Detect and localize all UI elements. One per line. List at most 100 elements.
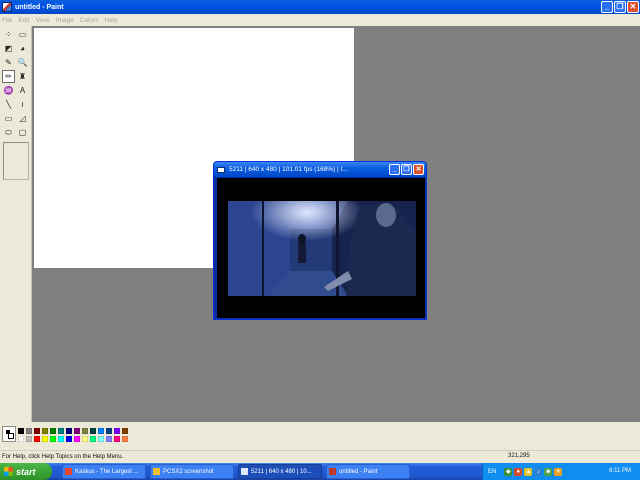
- palette-swatch[interactable]: [33, 427, 41, 435]
- language-indicator[interactable]: EN: [488, 469, 496, 475]
- palette-swatch[interactable]: [89, 435, 97, 443]
- text-icon[interactable]: A: [16, 84, 29, 97]
- palette-swatch[interactable]: [49, 435, 57, 443]
- palette-swatch[interactable]: [81, 427, 89, 435]
- taskbar-button-label: PCSX2 screenshot: [163, 468, 214, 475]
- tray-update-icon[interactable]: ☀: [554, 467, 563, 476]
- polygon-icon[interactable]: ◿: [16, 112, 29, 125]
- windows-logo-icon: [4, 467, 13, 476]
- paint-toolbox: ⁘ ▭ ◩ ◕ ✎ 🔍 ✏ ♜ ♒ A ╲ ≀ ▭ ◿ ⬭ ▢: [0, 26, 32, 422]
- tool-options-box[interactable]: [3, 142, 29, 180]
- paint-app-icon: [2, 2, 12, 12]
- paint-window-controls: _ ❐ ✕: [601, 1, 639, 13]
- ellipse-icon[interactable]: ⬭: [2, 126, 15, 139]
- palette-swatch[interactable]: [89, 427, 97, 435]
- menu-image[interactable]: Image: [56, 17, 74, 24]
- emulator-maximize-button[interactable]: ❐: [401, 164, 412, 175]
- menu-view[interactable]: View: [36, 17, 50, 24]
- tray-shield-icon[interactable]: ◆: [504, 467, 513, 476]
- tray-antivirus-icon[interactable]: ●: [514, 467, 523, 476]
- palette-swatch[interactable]: [25, 435, 33, 443]
- taskbar-button[interactable]: Kaskus - The Largest ...: [62, 464, 146, 479]
- eraser-icon[interactable]: ◩: [2, 42, 15, 55]
- pencil-icon[interactable]: ✏: [2, 70, 15, 83]
- menu-colors[interactable]: Colors: [80, 17, 99, 24]
- game-scene-graphic: [228, 201, 416, 296]
- start-label: start: [16, 466, 36, 477]
- taskbar-button[interactable]: untitled - Paint: [326, 464, 410, 479]
- palette-swatch[interactable]: [105, 435, 113, 443]
- emulator-display[interactable]: [217, 178, 425, 318]
- palette-swatch[interactable]: [97, 427, 105, 435]
- taskbar-button-label: 5211 | 640 x 480 | 10...: [251, 468, 312, 475]
- palette-swatch[interactable]: [81, 435, 89, 443]
- pick-color-icon[interactable]: ✎: [2, 56, 15, 69]
- tray-network-icon[interactable]: ▲: [524, 467, 533, 476]
- taskbar-app-icon: [241, 468, 248, 475]
- close-button[interactable]: ✕: [627, 1, 639, 13]
- line-icon[interactable]: ╲: [2, 98, 15, 111]
- emulator-close-button[interactable]: ✕: [413, 164, 424, 175]
- palette-swatch[interactable]: [65, 435, 73, 443]
- menu-file[interactable]: File: [2, 17, 12, 24]
- menu-help[interactable]: Help: [105, 17, 118, 24]
- taskbar-app-icon: [329, 468, 336, 475]
- palette-swatch[interactable]: [65, 427, 73, 435]
- emulator-window-title: 5211 | 640 x 480 | 101.01 fps (168%) | I…: [229, 166, 348, 173]
- palette-swatch[interactable]: [41, 435, 49, 443]
- free-form-select-icon[interactable]: ⁘: [2, 28, 15, 41]
- palette-swatch[interactable]: [73, 435, 81, 443]
- taskbar-button-label: untitled - Paint: [339, 468, 378, 475]
- maximize-button[interactable]: ❐: [614, 1, 626, 13]
- palette-swatch[interactable]: [41, 427, 49, 435]
- current-colors-box[interactable]: [2, 426, 16, 442]
- paint-status-bar: For Help, click Help Topics on the Help …: [0, 450, 640, 463]
- color-swatches: [17, 427, 129, 443]
- menu-edit[interactable]: Edit: [18, 17, 29, 24]
- palette-swatch[interactable]: [17, 427, 25, 435]
- brush-icon[interactable]: ♜: [16, 70, 29, 83]
- palette-swatch[interactable]: [33, 435, 41, 443]
- select-icon[interactable]: ▭: [16, 28, 29, 41]
- start-button[interactable]: start: [0, 463, 52, 480]
- emulator-minimize-button[interactable]: _: [389, 164, 400, 175]
- taskbar-button[interactable]: 5211 | 640 x 480 | 10...: [238, 464, 322, 479]
- tray-volume-icon[interactable]: ♪: [534, 467, 543, 476]
- palette-swatch[interactable]: [121, 427, 129, 435]
- palette-swatch[interactable]: [73, 427, 81, 435]
- background-color-swatch: [8, 433, 14, 439]
- palette-swatch[interactable]: [57, 435, 65, 443]
- emulator-window[interactable]: 5211 | 640 x 480 | 101.01 fps (168%) | I…: [213, 161, 427, 320]
- game-scene-image: [228, 201, 416, 296]
- palette-swatch[interactable]: [105, 427, 113, 435]
- taskbar-button-label: Kaskus - The Largest ...: [75, 468, 139, 475]
- emulator-window-controls: _ ❐ ✕: [389, 164, 424, 175]
- windows-taskbar: start Kaskus - The Largest ... PCSX2 scre…: [0, 463, 640, 480]
- taskbar-button[interactable]: PCSX2 screenshot: [150, 464, 234, 479]
- rounded-rectangle-icon[interactable]: ▢: [16, 126, 29, 139]
- tool-grid: ⁘ ▭ ◩ ◕ ✎ 🔍 ✏ ♜ ♒ A ╲ ≀ ▭ ◿ ⬭ ▢: [2, 28, 29, 139]
- palette-swatch[interactable]: [57, 427, 65, 435]
- fill-icon[interactable]: ◕: [16, 42, 29, 55]
- palette-swatch[interactable]: [121, 435, 129, 443]
- palette-swatch[interactable]: [49, 427, 57, 435]
- taskbar-app-icon: [153, 468, 160, 475]
- desktop-screen: untitled - Paint _ ❐ ✕ File Edit View Im…: [0, 0, 640, 480]
- paint-title-bar[interactable]: untitled - Paint _ ❐ ✕: [0, 0, 640, 14]
- palette-swatch[interactable]: [97, 435, 105, 443]
- palette-swatch[interactable]: [113, 427, 121, 435]
- taskbar-clock[interactable]: 6:11 PM: [609, 468, 631, 474]
- airbrush-icon[interactable]: ♒: [2, 84, 15, 97]
- emulator-title-bar[interactable]: 5211 | 640 x 480 | 101.01 fps (168%) | I…: [214, 162, 426, 177]
- palette-swatch[interactable]: [113, 435, 121, 443]
- status-help-text: For Help, click Help Topics on the Help …: [2, 454, 124, 460]
- minimize-button[interactable]: _: [601, 1, 613, 13]
- system-tray: EN ◆ ● ▲ ♪ ☻ ☀ 6:11 PM: [482, 463, 640, 480]
- rectangle-icon[interactable]: ▭: [2, 112, 15, 125]
- tray-messenger-icon[interactable]: ☻: [544, 467, 553, 476]
- palette-swatch[interactable]: [17, 435, 25, 443]
- palette-swatch[interactable]: [25, 427, 33, 435]
- magnifier-icon[interactable]: 🔍: [16, 56, 29, 69]
- curve-icon[interactable]: ≀: [16, 98, 29, 111]
- color-palette-bar: [0, 422, 640, 450]
